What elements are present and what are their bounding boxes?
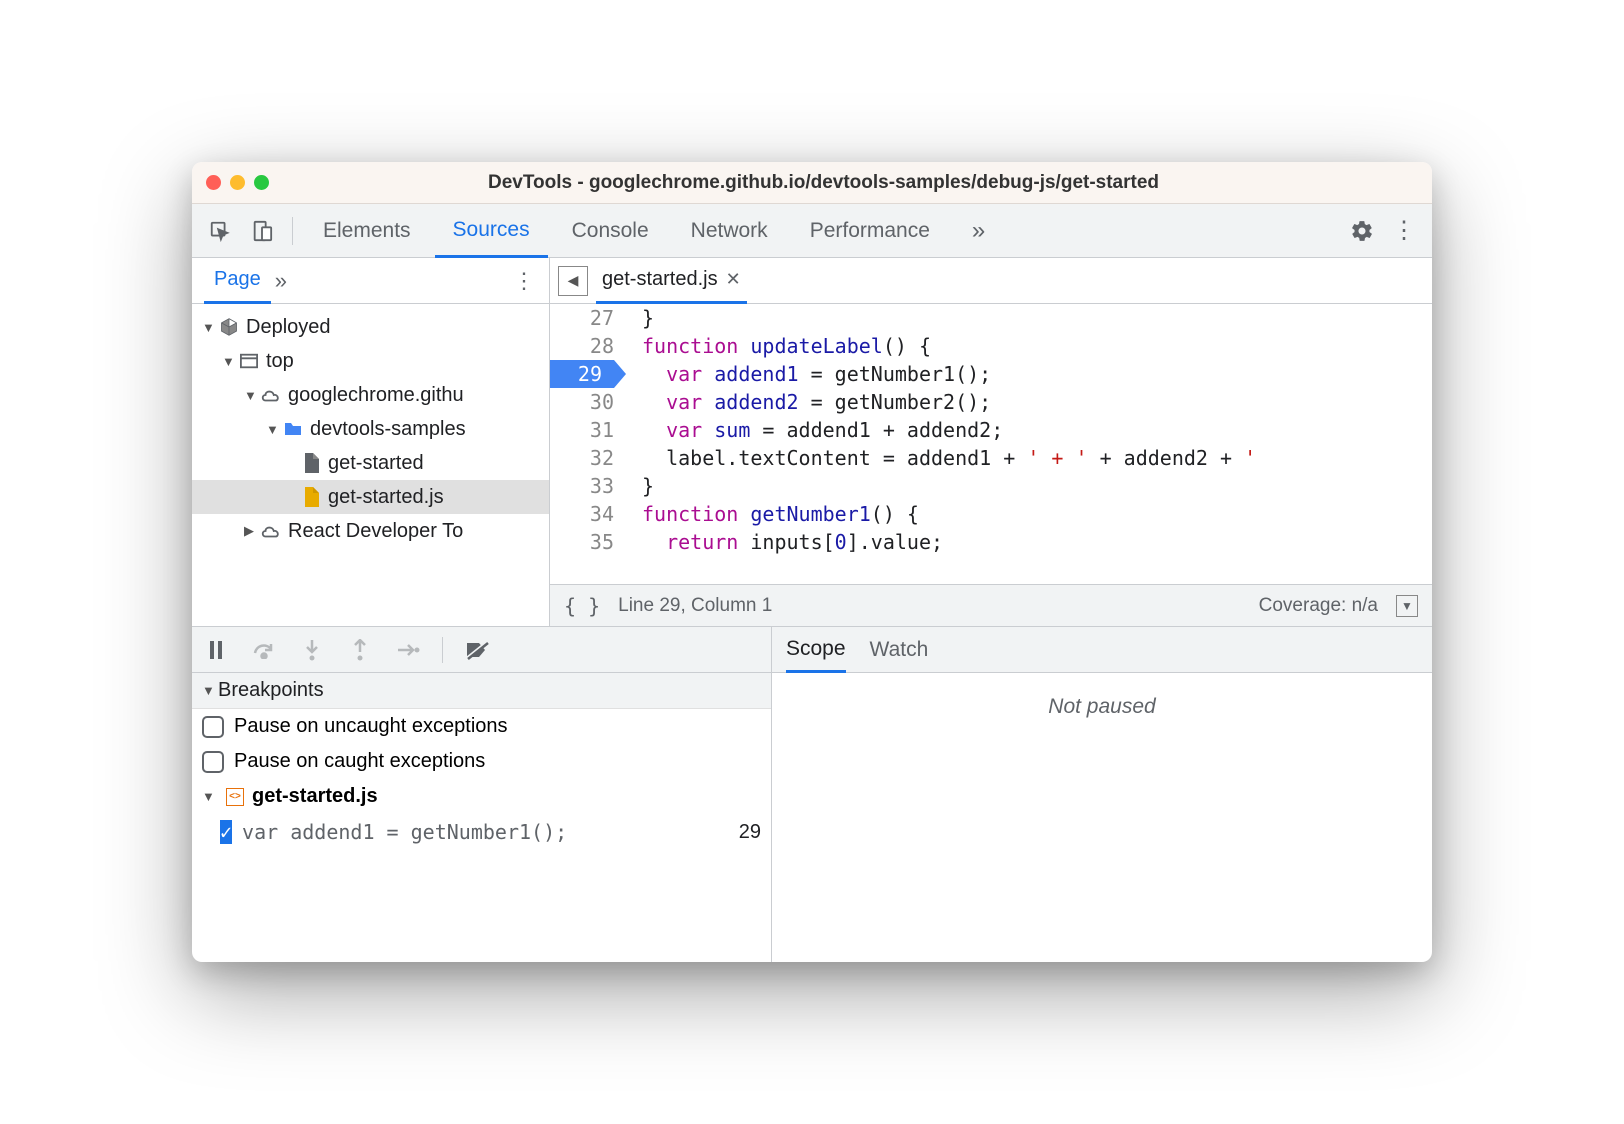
pause-button[interactable]	[202, 636, 230, 664]
kebab-menu-icon[interactable]: ⋮	[1386, 213, 1422, 249]
toolbar-divider	[292, 217, 293, 245]
minimize-window-button[interactable]	[230, 175, 245, 190]
sidebar-tabs: Page » ⋮	[192, 258, 549, 304]
tree-node-react[interactable]: ▶ React Developer To	[192, 514, 549, 548]
tab-watch[interactable]: Watch	[870, 627, 929, 673]
chevron-down-icon: ▼	[244, 388, 258, 403]
pause-uncaught-row[interactable]: Pause on uncaught exceptions	[192, 709, 771, 744]
tab-sources[interactable]: Sources	[435, 204, 548, 258]
checkbox-unchecked[interactable]	[202, 716, 224, 738]
tree-node-deployed[interactable]: ▼ Deployed	[192, 310, 549, 344]
js-file-icon	[300, 487, 322, 507]
pretty-print-icon[interactable]: { }	[564, 594, 600, 618]
breakpoints-header[interactable]: ▼ Breakpoints	[192, 673, 771, 709]
tab-console[interactable]: Console	[554, 204, 667, 258]
tree-node-origin[interactable]: ▼ googlechrome.githu	[192, 378, 549, 412]
scope-body: Not paused	[772, 673, 1432, 962]
deactivate-breakpoints-button[interactable]	[463, 636, 491, 664]
code-editor[interactable]: 272829303132333435 }function updateLabel…	[550, 304, 1432, 584]
chevron-down-icon: ▼	[222, 354, 236, 369]
chevron-down-icon: ▼	[202, 789, 218, 804]
sidebar-kebab-icon[interactable]: ⋮	[507, 268, 541, 294]
cube-icon	[218, 317, 240, 337]
tree-node-top[interactable]: ▼ top	[192, 344, 549, 378]
toolbar-separator	[442, 637, 443, 663]
debugger-toolbar	[192, 627, 771, 673]
file-tab-get-started-js[interactable]: get-started.js ✕	[596, 258, 747, 304]
js-badge-icon: <>	[226, 788, 244, 806]
settings-icon[interactable]	[1344, 213, 1380, 249]
step-into-button[interactable]	[298, 636, 326, 664]
tab-network[interactable]: Network	[673, 204, 786, 258]
traffic-lights	[206, 175, 269, 190]
tab-performance[interactable]: Performance	[792, 204, 948, 258]
tab-elements[interactable]: Elements	[305, 204, 429, 258]
breakpoint-entry[interactable]: ✓ var addend1 = getNumber1(); 29	[192, 814, 771, 850]
step-button[interactable]	[394, 636, 422, 664]
main-toolbar: Elements Sources Console Network Perform…	[192, 204, 1432, 258]
chevron-right-icon: ▶	[244, 523, 258, 539]
line-gutter[interactable]: 272829303132333435	[550, 304, 626, 584]
step-out-button[interactable]	[346, 636, 374, 664]
device-toolbar-icon[interactable]	[244, 213, 280, 249]
navigator-toggle-icon[interactable]: ◀	[558, 266, 588, 296]
folder-icon	[282, 421, 304, 437]
not-paused-message: Not paused	[1048, 695, 1155, 719]
chevron-down-icon: ▼	[266, 422, 280, 437]
tab-scope[interactable]: Scope	[786, 627, 846, 673]
close-window-button[interactable]	[206, 175, 221, 190]
file-icon	[300, 453, 322, 473]
chevron-down-icon: ▼	[202, 320, 216, 335]
toggle-drawer-icon[interactable]: ▼	[1396, 595, 1418, 617]
step-over-button[interactable]	[250, 636, 278, 664]
tree-node-file-html[interactable]: get-started	[192, 446, 549, 480]
inspect-element-icon[interactable]	[202, 213, 238, 249]
frame-icon	[238, 353, 260, 369]
tree-node-folder[interactable]: ▼ devtools-samples	[192, 412, 549, 446]
scope-panel: Scope Watch Not paused	[772, 627, 1432, 962]
pause-caught-row[interactable]: Pause on caught exceptions	[192, 744, 771, 779]
sidebar-tab-page[interactable]: Page	[204, 258, 271, 304]
debugger-panel: ▼ Breakpoints Pause on uncaught exceptio…	[192, 627, 772, 962]
checkbox-unchecked[interactable]	[202, 751, 224, 773]
editor-pane: ◀ get-started.js ✕ 272829303132333435 }f…	[550, 258, 1432, 626]
tabs-overflow[interactable]: »	[954, 204, 1003, 258]
checkbox-checked[interactable]: ✓	[220, 820, 232, 844]
file-tree: ▼ Deployed ▼ top ▼ googlechrome.githu	[192, 304, 549, 554]
file-tab-label: get-started.js	[602, 268, 718, 291]
cloud-icon	[260, 523, 282, 539]
tree-node-file-js[interactable]: get-started.js	[192, 480, 549, 514]
code-body[interactable]: }function updateLabel() { var addend1 = …	[626, 304, 1432, 584]
titlebar: DevTools - googlechrome.github.io/devtoo…	[192, 162, 1432, 204]
editor-tabs: ◀ get-started.js ✕	[550, 258, 1432, 304]
editor-statusbar: { } Line 29, Column 1 Coverage: n/a ▼	[550, 584, 1432, 626]
coverage-label: Coverage: n/a	[1259, 595, 1378, 617]
devtools-window: DevTools - googlechrome.github.io/devtoo…	[192, 162, 1432, 962]
maximize-window-button[interactable]	[254, 175, 269, 190]
sidebar-tabs-overflow[interactable]: »	[275, 268, 287, 294]
chevron-down-icon: ▼	[202, 683, 218, 698]
cursor-position: Line 29, Column 1	[618, 595, 772, 617]
cloud-icon	[260, 387, 282, 403]
window-title: DevTools - googlechrome.github.io/devtoo…	[269, 172, 1418, 194]
scope-tabs: Scope Watch	[772, 627, 1432, 673]
close-tab-icon[interactable]: ✕	[726, 269, 741, 290]
sources-sidebar: Page » ⋮ ▼ Deployed ▼ top	[192, 258, 550, 626]
breakpoint-file-header[interactable]: ▼ <> get-started.js	[192, 779, 771, 814]
